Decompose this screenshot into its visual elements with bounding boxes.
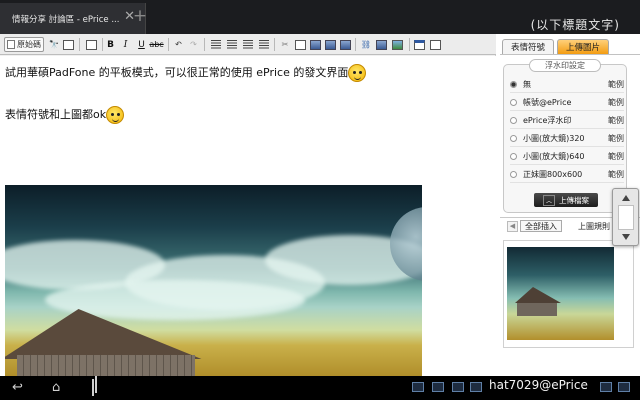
scroll-down-icon[interactable]: [622, 234, 630, 240]
underline-icon[interactable]: U: [136, 37, 147, 52]
inserted-landscape-image[interactable]: [5, 185, 422, 376]
example-link[interactable]: 範例: [608, 151, 624, 162]
editor-line-2-text: 表情符號和上圖都ok: [5, 108, 107, 121]
page-content: 原始碼 🔭 B I U abc ↶ ↷ ✂ ⛓ 試用華碩PadFone 的平板模…: [0, 34, 640, 376]
align-justify-icon[interactable]: [258, 37, 270, 52]
watermark-option-eprice[interactable]: ePrice浮水印 範例: [510, 113, 624, 129]
image-icon[interactable]: [391, 37, 403, 52]
radio-icon[interactable]: [510, 135, 517, 142]
editor-line-2: 表情符號和上圖都ok: [5, 106, 125, 124]
smiley-emoticon-icon: [348, 64, 367, 82]
tab-emoticons[interactable]: 表情符號: [502, 39, 554, 54]
watermark-option-800x600[interactable]: 正妹圖800x600 範例: [510, 167, 624, 183]
undo-icon[interactable]: ↶: [173, 37, 184, 52]
strikethrough-icon[interactable]: abc: [149, 37, 163, 52]
replace-icon[interactable]: [62, 37, 75, 52]
insert-all-button[interactable]: 全部插入: [520, 220, 562, 232]
bold-icon[interactable]: B: [105, 37, 116, 52]
notification-icon[interactable]: [432, 382, 444, 392]
editor-line-1-text: 試用華碩PadFone 的平板模式，可以很正常的使用 ePrice 的發文界面: [5, 66, 349, 79]
tab-upload-image[interactable]: 上傳圖片: [557, 39, 609, 54]
paste-text-icon[interactable]: [324, 37, 336, 52]
option-label: ePrice浮水印: [523, 116, 572, 125]
house-roof-graphic: [5, 309, 209, 359]
system-navigation-bar: ↩ ⌂ hat7029@ePrice: [0, 376, 640, 400]
watermark-option-thumb-320[interactable]: 小圖(放大鏡)320 範例: [510, 131, 624, 147]
align-left-icon[interactable]: [210, 37, 222, 52]
radio-icon[interactable]: [510, 99, 517, 106]
option-label: 帳號@ePrice: [523, 98, 572, 107]
align-center-icon[interactable]: [226, 37, 238, 52]
cut-icon[interactable]: ✂: [279, 37, 291, 52]
author-watermark: hat7029@ePrice: [489, 378, 588, 392]
upload-arrow-icon: ︿: [542, 194, 555, 206]
paste-icon[interactable]: [309, 37, 321, 52]
align-right-icon[interactable]: [242, 37, 254, 52]
editor-area: 原始碼 🔭 B I U abc ↶ ↷ ✂ ⛓ 試用華碩PadFone 的平板模…: [0, 34, 496, 376]
rich-text-editor[interactable]: 試用華碩PadFone 的平板模式，可以很正常的使用 ePrice 的發文界面 …: [0, 56, 496, 376]
option-label: 正妹圖800x600: [523, 170, 583, 179]
editor-line-1: 試用華碩PadFone 的平板模式，可以很正常的使用 ePrice 的發文界面: [5, 64, 367, 82]
notification-icon[interactable]: [470, 382, 482, 392]
uploaded-image-thumbnail[interactable]: [507, 247, 614, 340]
link-icon[interactable]: ⛓: [360, 37, 372, 52]
battery-icon: [600, 382, 612, 392]
scroll-track[interactable]: [618, 205, 634, 230]
watermark-option-account[interactable]: 帳號@ePrice 範例: [510, 95, 624, 111]
new-tab-button[interactable]: +: [128, 6, 152, 28]
browser-tab-strip: 情報分享 討論區 - ePrice ... ✕ + (以下標題文字): [0, 0, 640, 34]
upload-rules-link[interactable]: 上圖規則: [578, 221, 610, 232]
option-label: 無: [523, 80, 531, 89]
table-icon[interactable]: [413, 37, 426, 52]
source-button-label: 原始碼: [17, 40, 41, 49]
home-icon[interactable]: ⌂: [52, 380, 60, 395]
scroll-up-icon[interactable]: [622, 195, 630, 201]
option-label: 小圖(放大鏡)320: [523, 134, 585, 143]
paste-word-icon[interactable]: [339, 37, 351, 52]
uploaded-thumbnail-frame: [503, 240, 634, 348]
watermark-settings-box: 浮水印設定 無 範例 帳號@ePrice 範例 ePrice浮水印 範例 小圖(…: [503, 59, 627, 213]
recent-apps-icon[interactable]: [92, 379, 94, 396]
example-link[interactable]: 範例: [608, 133, 624, 144]
maximize-icon[interactable]: [429, 37, 442, 52]
house-wall-graphic: [17, 355, 195, 376]
prev-arrow-icon[interactable]: ◀: [507, 220, 518, 232]
page-scroll-control[interactable]: [612, 188, 639, 246]
watermark-option-thumb-640[interactable]: 小圖(放大鏡)640 範例: [510, 149, 624, 165]
editor-toolbar: 原始碼 🔭 B I U abc ↶ ↷ ✂ ⛓: [0, 34, 496, 55]
wifi-icon: [618, 382, 630, 392]
notification-icon[interactable]: [452, 382, 464, 392]
find-binoculars-icon[interactable]: 🔭: [47, 37, 61, 52]
watermark-heading: 浮水印設定: [529, 59, 601, 72]
redo-icon[interactable]: ↷: [188, 37, 199, 52]
notification-icon[interactable]: [412, 382, 424, 392]
obscured-header-text: (以下標題文字): [530, 18, 620, 32]
smiley-emoticon-icon: [106, 106, 125, 124]
radio-icon[interactable]: [510, 153, 517, 160]
example-link[interactable]: 範例: [608, 169, 624, 180]
radio-selected-icon[interactable]: [510, 81, 517, 88]
copy-icon[interactable]: [294, 37, 306, 52]
watermark-option-none[interactable]: 無 範例: [510, 77, 624, 93]
unlink-icon[interactable]: [375, 37, 387, 52]
upload-file-button[interactable]: ︿ 上傳檔案: [534, 193, 598, 207]
text-format-icon[interactable]: [83, 37, 99, 52]
upload-button-label: 上傳檔案: [559, 195, 589, 205]
radio-icon[interactable]: [510, 117, 517, 124]
back-icon[interactable]: ↩: [12, 380, 23, 395]
option-label: 小圖(放大鏡)640: [523, 152, 585, 161]
browser-tab[interactable]: 情報分享 討論區 - ePrice ... ✕: [0, 3, 146, 34]
radio-icon[interactable]: [510, 171, 517, 178]
source-doc-icon: [7, 40, 15, 49]
example-link[interactable]: 範例: [608, 115, 624, 126]
source-button[interactable]: 原始碼: [4, 37, 44, 52]
example-link[interactable]: 範例: [608, 97, 624, 108]
tab-title: 情報分享 討論區 - ePrice ...: [12, 14, 120, 25]
italic-icon[interactable]: I: [120, 37, 131, 52]
example-link[interactable]: 範例: [608, 79, 624, 90]
